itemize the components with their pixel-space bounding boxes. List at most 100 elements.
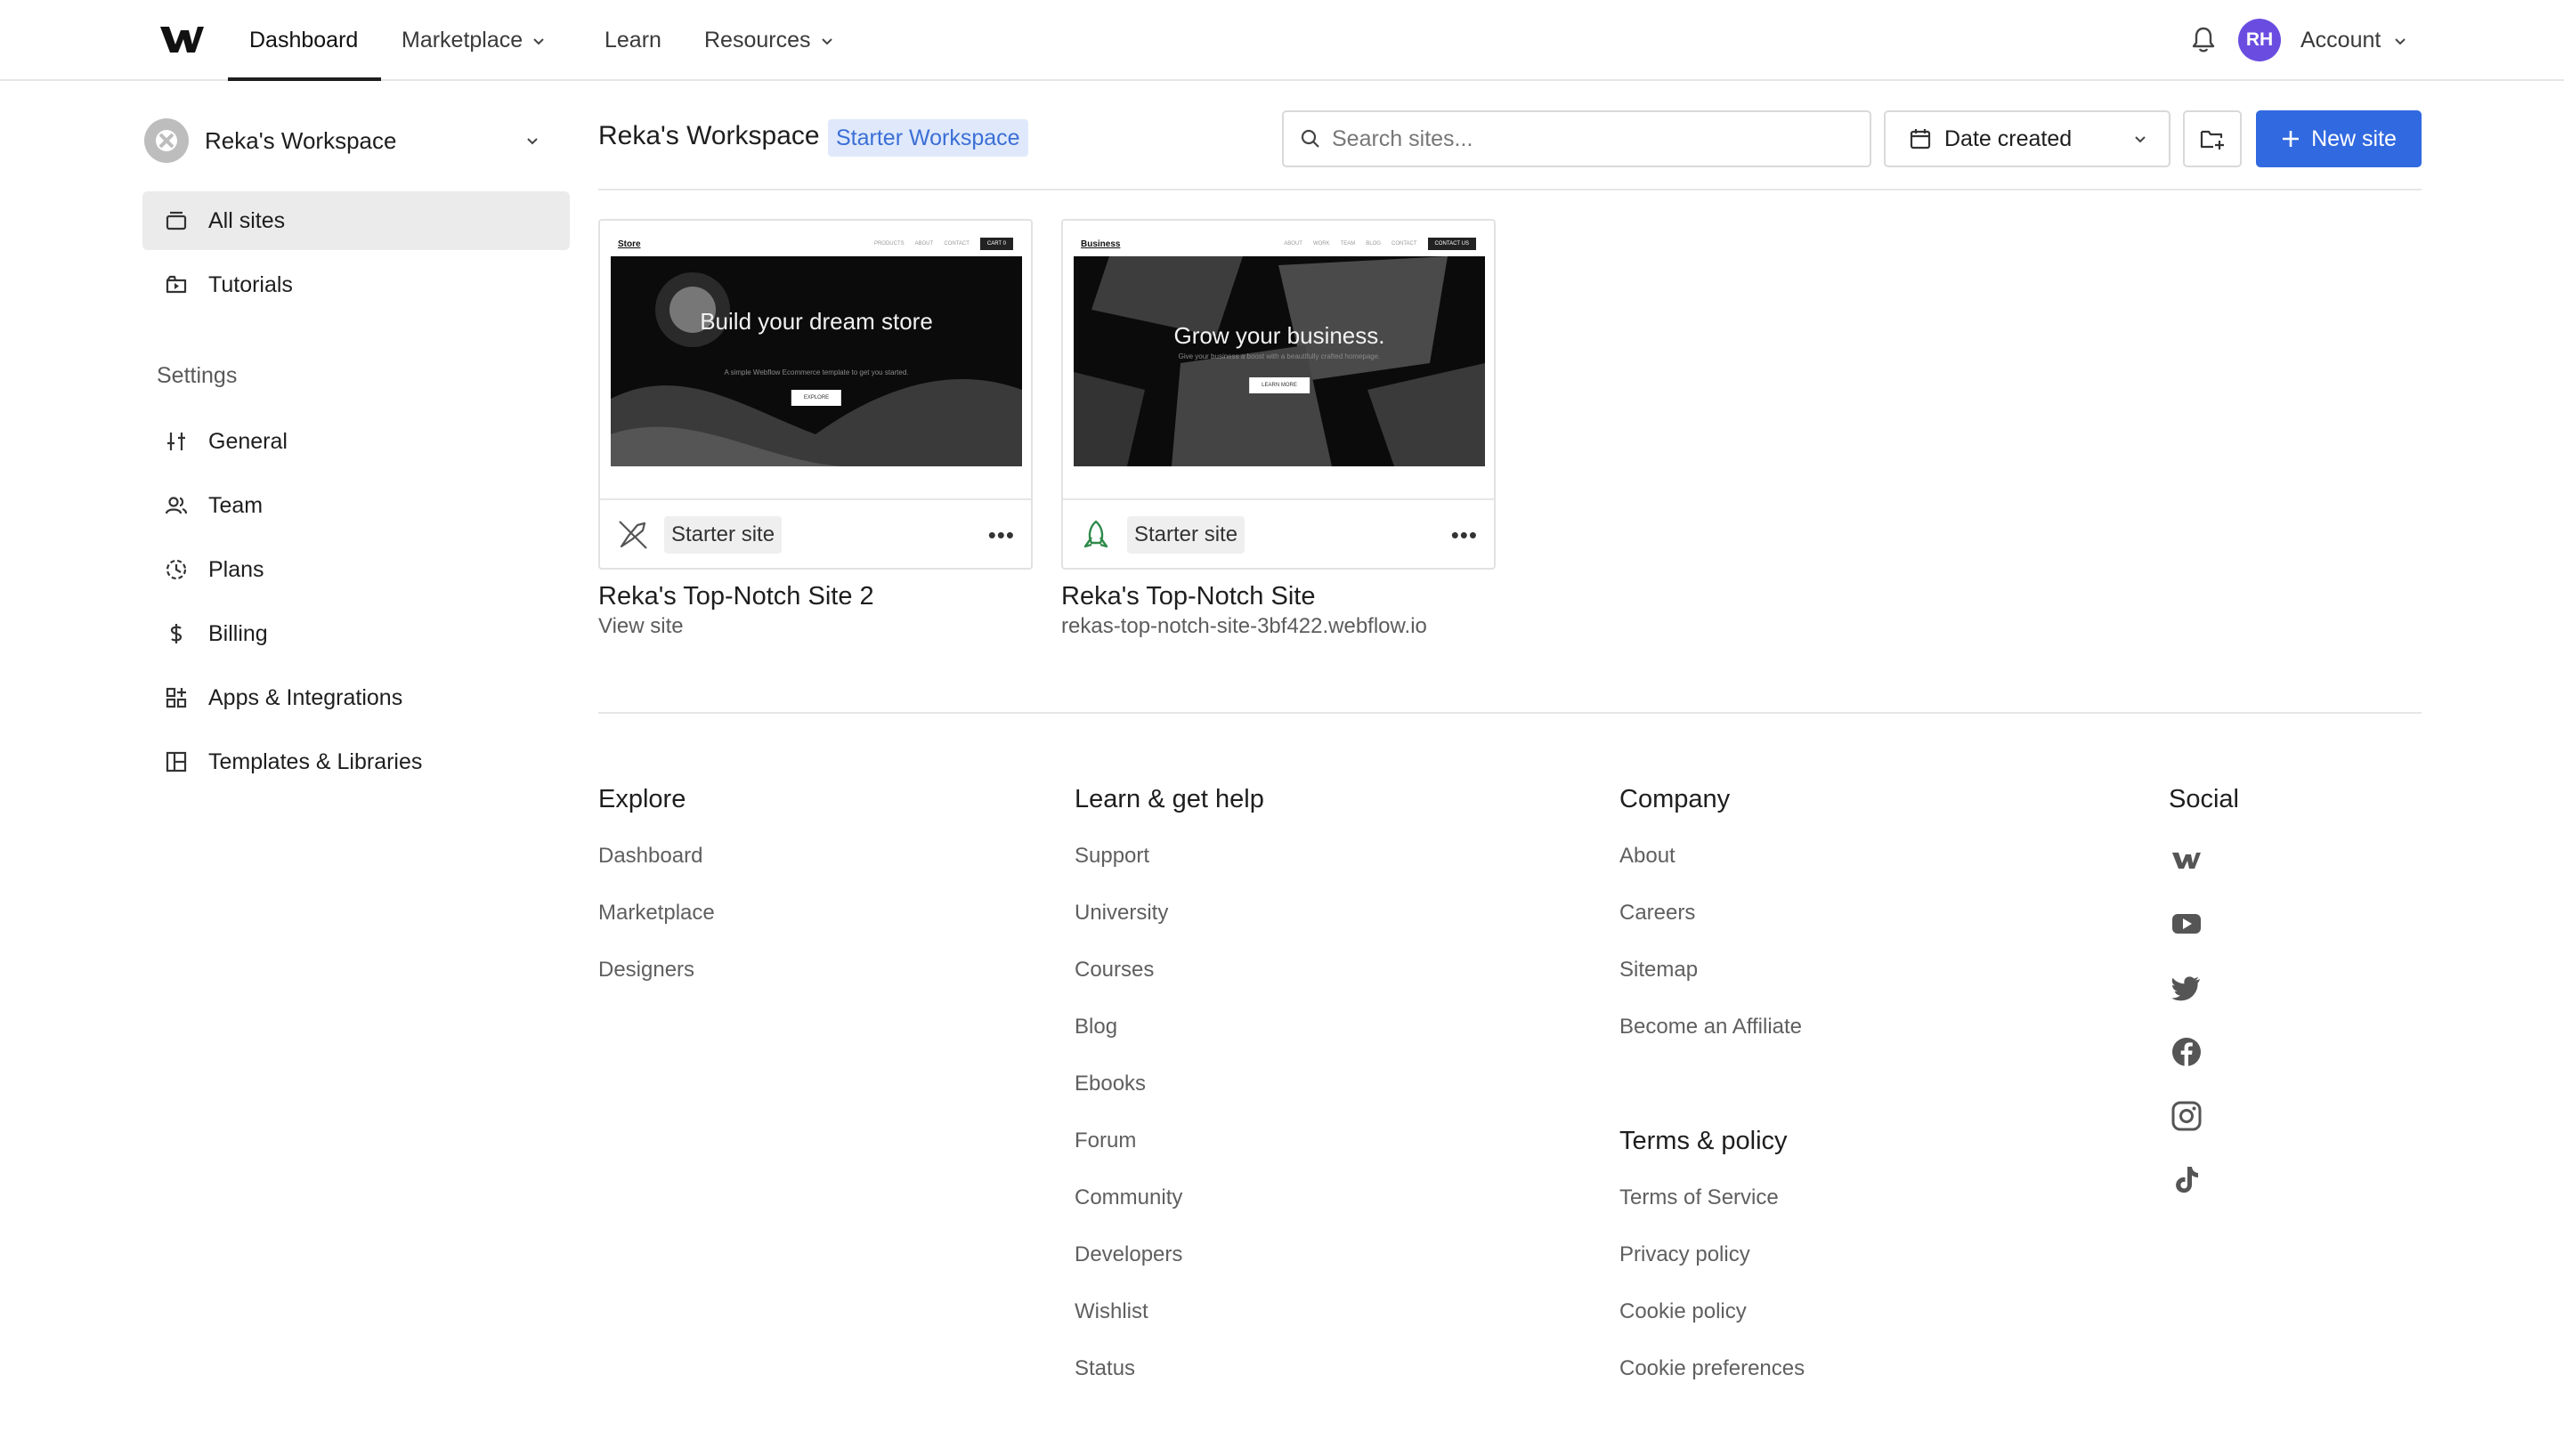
chevron-down-icon	[533, 37, 544, 44]
thumbnail-hero-button: LEARN MORE	[1249, 377, 1310, 393]
sidebar-item-label: Templates & Libraries	[208, 748, 423, 774]
footer-link[interactable]: Sitemap	[1619, 958, 1698, 983]
nav-dashboard-label: Dashboard	[249, 28, 359, 53]
sidebar-item-team[interactable]: Team	[142, 476, 570, 535]
thumbnail-hero-subtitle: A simple Webflow Ecommerce template to g…	[724, 368, 909, 376]
nav-learn[interactable]: Learn	[604, 0, 661, 81]
new-site-label: New site	[2311, 125, 2397, 151]
thumbnail-hero-title: Build your dream store	[700, 308, 933, 335]
footer-link[interactable]: Forum	[1075, 1128, 1136, 1153]
footer-link[interactable]: About	[1619, 844, 1676, 869]
thumbnail-hero-title: Grow your business.	[1173, 322, 1385, 349]
new-folder-button[interactable]	[2183, 110, 2242, 167]
rocket-icon	[1083, 520, 1108, 548]
footer-link[interactable]: Support	[1075, 844, 1149, 869]
sidebar-item-plans[interactable]: Plans	[142, 540, 570, 599]
sidebar-item-label: All sites	[208, 207, 286, 233]
more-options-icon[interactable]: •••	[988, 522, 1015, 549]
sidebar-item-billing[interactable]: Billing	[142, 604, 570, 663]
search-box[interactable]	[1282, 110, 1871, 167]
footer-link[interactable]: Cookie preferences	[1619, 1356, 1805, 1381]
site-link[interactable]: rekas-top-notch-site-3bf422.webflow.io	[1061, 614, 1427, 639]
divider	[598, 712, 2422, 714]
footer-link[interactable]: Dashboard	[598, 844, 702, 869]
thumbnail-link: TEAM	[1340, 241, 1356, 247]
footer-link[interactable]: Community	[1075, 1185, 1182, 1210]
new-site-button[interactable]: New site	[2256, 110, 2422, 167]
tutorials-icon	[166, 275, 187, 294]
nav-dashboard[interactable]: Dashboard	[249, 0, 358, 81]
site-link[interactable]: View site	[598, 614, 684, 639]
footer-link[interactable]: University	[1075, 901, 1168, 926]
more-options-icon[interactable]: •••	[1451, 522, 1478, 549]
footer-link[interactable]: Terms of Service	[1619, 1185, 1779, 1210]
thumbnail-navbar: Store PRODUCTS ABOUT CONTACT CART 0	[618, 235, 1013, 253]
webflow-logo-icon[interactable]	[158, 23, 205, 55]
search-icon	[1301, 129, 1319, 148]
footer-link[interactable]: Privacy policy	[1619, 1242, 1750, 1267]
settings-heading: Settings	[157, 363, 238, 388]
tiktok-icon[interactable]	[2169, 1162, 2204, 1198]
divider	[598, 189, 2422, 190]
thumbnail-link: CONTACT	[1391, 241, 1417, 247]
footer-link[interactable]: Developers	[1075, 1242, 1182, 1267]
thumbnail-links: PRODUCTS ABOUT CONTACT CART 0	[874, 238, 1013, 250]
workspace-name: Reka's Workspace	[205, 126, 397, 154]
footer-link[interactable]: Wishlist	[1075, 1299, 1148, 1324]
nav-resources[interactable]: Resources	[704, 0, 834, 81]
thumbnail-link: ABOUT	[1284, 241, 1302, 247]
site-thumbnail[interactable]: Business ABOUT WORK TEAM BLOG CONTACT CO…	[1072, 230, 1485, 489]
footer-link[interactable]: Status	[1075, 1356, 1135, 1381]
search-input[interactable]	[1332, 125, 1830, 152]
sidebar-item-all-sites[interactable]: All sites	[142, 191, 570, 250]
footer-link[interactable]: Courses	[1075, 958, 1154, 983]
footer-link[interactable]: Marketplace	[598, 901, 715, 926]
thumbnail-brand: Business	[1081, 239, 1121, 249]
sidebar-item-tutorials[interactable]: Tutorials	[142, 255, 570, 314]
site-card[interactable]: Business ABOUT WORK TEAM BLOG CONTACT CO…	[1061, 219, 1496, 570]
account-menu[interactable]: Account	[2300, 0, 2407, 81]
sidebar-item-general[interactable]: General	[142, 412, 570, 471]
thumbnail-links: ABOUT WORK TEAM BLOG CONTACT CONTACT US	[1284, 238, 1476, 250]
avatar[interactable]: RH	[2238, 19, 2281, 61]
nav-active-indicator	[228, 77, 381, 81]
apps-icon	[166, 687, 187, 708]
footer-link[interactable]: Careers	[1619, 901, 1695, 926]
workspace-switcher[interactable]: Reka's Workspace	[144, 113, 554, 168]
webflow-icon[interactable]	[2169, 842, 2204, 878]
facebook-icon[interactable]	[2169, 1034, 2204, 1070]
site-name[interactable]: Reka's Top-Notch Site 2	[598, 582, 874, 611]
thumbnail-navbar: Business ABOUT WORK TEAM BLOG CONTACT CO…	[1081, 235, 1476, 253]
plan-badge[interactable]: Starter Workspace	[828, 119, 1028, 157]
sidebar-item-label: Apps & Integrations	[208, 684, 403, 710]
thumbnail-hero-button: EXPLORE	[791, 390, 842, 406]
footer-link[interactable]: Designers	[598, 958, 694, 983]
thumbnail-cta: CART 0	[979, 238, 1013, 250]
sidebar-item-templates-libraries[interactable]: Templates & Libraries	[142, 732, 570, 791]
plans-icon	[166, 559, 187, 580]
footer-link[interactable]: Cookie policy	[1619, 1299, 1747, 1324]
thumbnail-link: CONTACT	[944, 241, 970, 247]
footer-link[interactable]: Ebooks	[1075, 1072, 1146, 1096]
footer-learn-title: Learn & get help	[1075, 785, 1264, 813]
sidebar-item-label: Team	[208, 492, 264, 518]
instagram-icon[interactable]	[2169, 1098, 2204, 1134]
footer-link[interactable]: Blog	[1075, 1015, 1117, 1039]
footer-link[interactable]: Become an Affiliate	[1619, 1015, 1802, 1039]
sort-dropdown[interactable]: Date created	[1884, 110, 2170, 167]
thumbnail-cta: CONTACT US	[1427, 238, 1476, 250]
nav-marketplace[interactable]: Marketplace	[402, 0, 546, 81]
bell-icon[interactable]	[2190, 25, 2217, 53]
thumbnail-hero: Build your dream store A simple Webflow …	[611, 256, 1022, 466]
thumbnail-hero-subtitle: Give your business a boost with a beauti…	[1178, 352, 1381, 360]
site-card-footer: Starter site •••	[1063, 498, 1494, 570]
site-plan-badge: Starter site	[664, 516, 783, 554]
site-card[interactable]: Store PRODUCTS ABOUT CONTACT CART 0 Buil…	[598, 219, 1033, 570]
site-name[interactable]: Reka's Top-Notch Site	[1061, 582, 1315, 611]
sidebar-item-apps-integrations[interactable]: Apps & Integrations	[142, 668, 570, 727]
sidebar-item-label: Billing	[208, 620, 268, 646]
youtube-icon[interactable]	[2169, 906, 2204, 942]
sidebar-item-label: General	[208, 428, 288, 454]
twitter-icon[interactable]	[2169, 970, 2204, 1006]
site-thumbnail[interactable]: Store PRODUCTS ABOUT CONTACT CART 0 Buil…	[609, 230, 1022, 489]
